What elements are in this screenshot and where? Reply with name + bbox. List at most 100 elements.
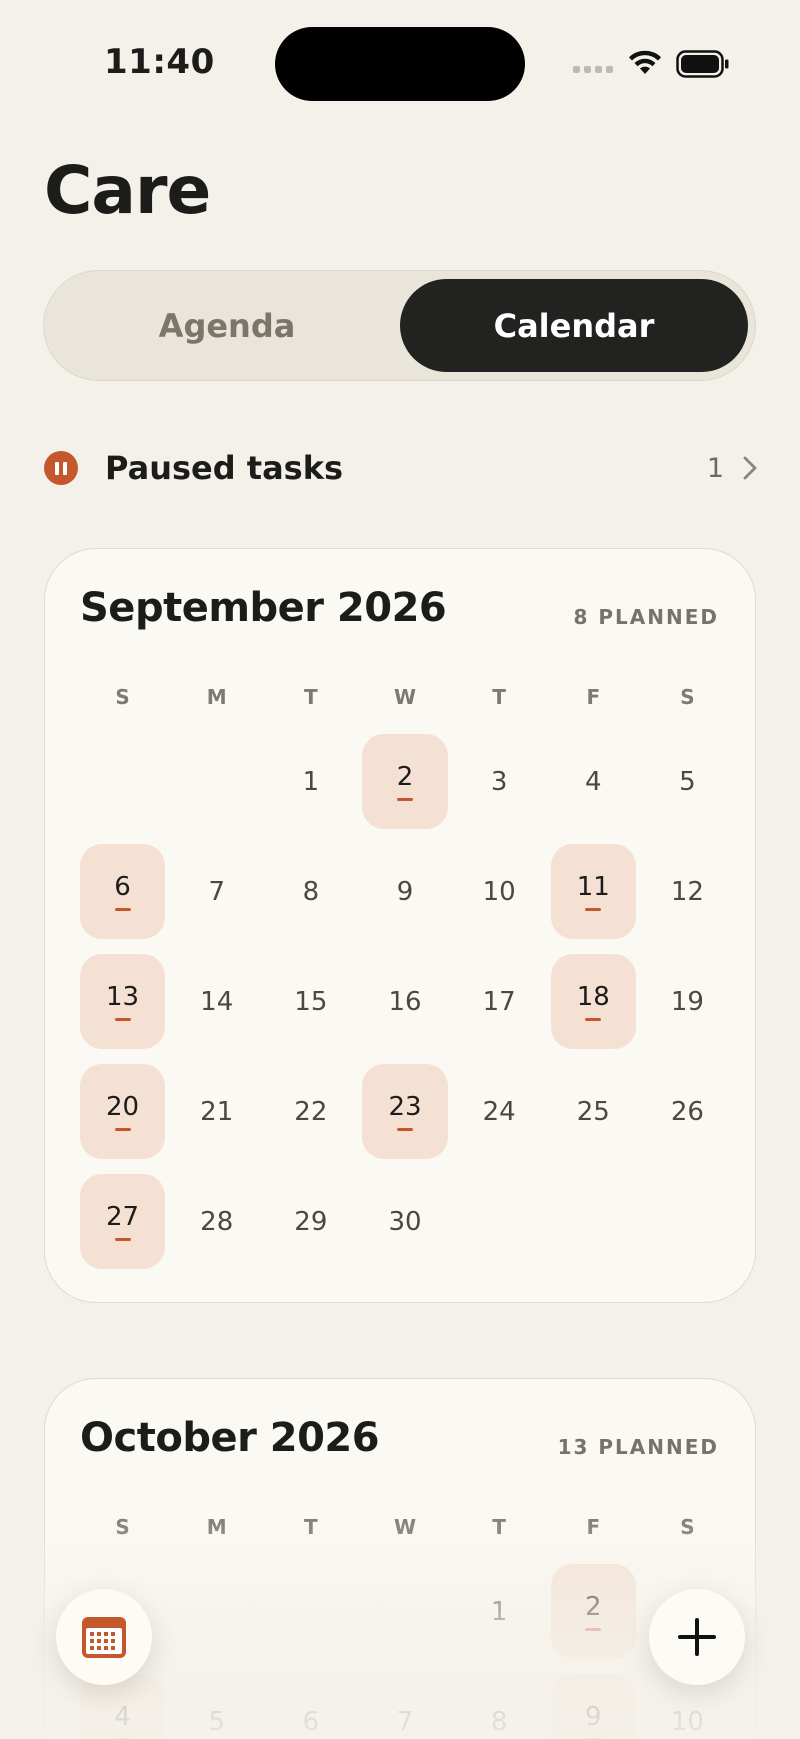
day-number: 4	[114, 1701, 131, 1732]
calendar-day[interactable]: 25	[551, 1064, 636, 1159]
calendar-day[interactable]: 10	[457, 844, 542, 939]
day-grid: 12345678910	[80, 1564, 730, 1739]
planned-indicator	[585, 908, 602, 911]
day-number: 18	[576, 981, 610, 1012]
calendar-day-planned[interactable]: 2	[550, 1564, 636, 1659]
day-number: 30	[388, 1206, 422, 1237]
day-number: 17	[482, 986, 516, 1017]
tab-calendar[interactable]: Calendar	[400, 279, 748, 372]
calendar-day-planned[interactable]: 27	[80, 1174, 166, 1269]
planned-indicator	[114, 1238, 131, 1241]
weekday-header: SMTWTFS	[80, 685, 730, 709]
day-number: 13	[106, 981, 140, 1012]
day-number: 2	[396, 761, 414, 792]
day-number: 6	[114, 871, 131, 902]
plus-icon	[678, 1618, 716, 1656]
weekday-header: SMTWTFS	[80, 1515, 730, 1539]
paused-tasks-row[interactable]: Paused tasks 1	[44, 440, 760, 496]
planned-indicator	[114, 908, 131, 911]
calendar-day[interactable]: 4	[551, 734, 636, 829]
calendar-day[interactable]: 30	[362, 1174, 447, 1269]
calendar-day[interactable]: 28	[174, 1174, 259, 1269]
month-card-september: September 2026 8 PLANNED SMTWTFS 1234567…	[44, 548, 756, 1303]
weekday-label: T	[492, 1515, 506, 1539]
day-number: 29	[294, 1206, 328, 1237]
empty-day-cell	[174, 1564, 259, 1659]
weekday-label: S	[115, 685, 130, 709]
day-number: 3	[490, 766, 508, 797]
calendar-day[interactable]: 17	[457, 954, 542, 1049]
empty-day-cell	[174, 734, 259, 829]
day-number: 23	[388, 1091, 422, 1122]
calendar-day[interactable]: 19	[645, 954, 730, 1049]
calendar-day[interactable]: 5	[174, 1674, 259, 1739]
battery-icon	[676, 50, 729, 78]
calendar-fab-button[interactable]	[56, 1589, 152, 1685]
day-grid: 1 2 3 4 5 6 7 8 9 10 11 12 13 14 15 16 17 18 19 20 21 22 23 24 2…	[80, 734, 730, 1269]
calendar-day[interactable]: 26	[645, 1064, 730, 1159]
calendar-day[interactable]: 1	[457, 1564, 542, 1659]
day-number: 22	[294, 1096, 328, 1127]
month-planned-count: 8 PLANNED	[573, 605, 719, 629]
calendar-day[interactable]: 14	[174, 954, 259, 1049]
calendar-day-planned[interactable]: 11	[550, 844, 636, 939]
weekday-label: T	[492, 685, 506, 709]
day-number: 27	[106, 1201, 140, 1232]
planned-indicator	[114, 1018, 131, 1021]
calendar-day[interactable]: 6	[268, 1674, 353, 1739]
calendar-day-planned[interactable]: 2	[362, 734, 448, 829]
day-number: 10	[670, 1706, 704, 1737]
weekday-label: T	[304, 685, 318, 709]
empty-day-cell	[362, 1564, 447, 1659]
calendar-day[interactable]: 5	[645, 734, 730, 829]
calendar-day[interactable]: 7	[174, 844, 259, 939]
planned-indicator	[585, 1628, 602, 1631]
calendar-day-planned[interactable]: 20	[80, 1064, 166, 1159]
calendar-day[interactable]: 8	[457, 1674, 542, 1739]
chevron-right-icon	[743, 456, 757, 480]
day-number: 24	[482, 1096, 516, 1127]
view-segmented-control: Agenda Calendar	[43, 270, 756, 381]
calendar-day[interactable]: 9	[362, 844, 447, 939]
day-number: 28	[200, 1206, 234, 1237]
day-number: 5	[679, 766, 696, 797]
calendar-day[interactable]: 1	[268, 734, 353, 829]
calendar-day[interactable]: 15	[268, 954, 353, 1049]
calendar-day[interactable]: 24	[457, 1064, 542, 1159]
calendar-day[interactable]: 22	[268, 1064, 353, 1159]
month-title: September 2026	[80, 585, 447, 631]
day-number: 10	[482, 876, 516, 907]
day-number: 20	[106, 1091, 140, 1122]
calendar-day[interactable]: 16	[362, 954, 447, 1049]
pause-circle-icon	[44, 451, 78, 485]
empty-day-cell	[80, 734, 165, 829]
wifi-icon	[629, 50, 661, 74]
calendar-day[interactable]: 21	[174, 1064, 259, 1159]
day-number: 16	[388, 986, 422, 1017]
tab-agenda[interactable]: Agenda	[53, 279, 401, 372]
calendar-day-planned[interactable]: 18	[550, 954, 636, 1049]
calendar-day[interactable]: 8	[268, 844, 353, 939]
planned-indicator	[114, 1128, 131, 1131]
add-fab-button[interactable]	[649, 1589, 745, 1685]
calendar-day[interactable]: 3	[457, 734, 542, 829]
calendar-day-planned[interactable]: 9	[550, 1674, 636, 1739]
calendar-grid-icon	[82, 1617, 126, 1658]
day-number: 7	[396, 1706, 414, 1737]
calendar-day-planned[interactable]: 13	[80, 954, 166, 1049]
weekday-label: M	[206, 685, 227, 709]
calendar-day-planned[interactable]: 6	[80, 844, 166, 939]
paused-tasks-count: 1	[706, 452, 724, 484]
calendar-day[interactable]: 7	[362, 1674, 447, 1739]
day-number: 25	[576, 1096, 610, 1127]
calendar-day[interactable]: 29	[268, 1174, 353, 1269]
page-title: Care	[44, 152, 211, 229]
weekday-label: M	[206, 1515, 227, 1539]
calendar-day-planned[interactable]: 23	[362, 1064, 448, 1159]
month-title: October 2026	[80, 1415, 380, 1461]
day-number: 26	[670, 1096, 704, 1127]
calendar-day[interactable]: 12	[645, 844, 730, 939]
weekday-label: W	[393, 685, 417, 709]
planned-indicator	[396, 798, 413, 801]
month-planned-count: 13 PLANNED	[557, 1435, 719, 1459]
